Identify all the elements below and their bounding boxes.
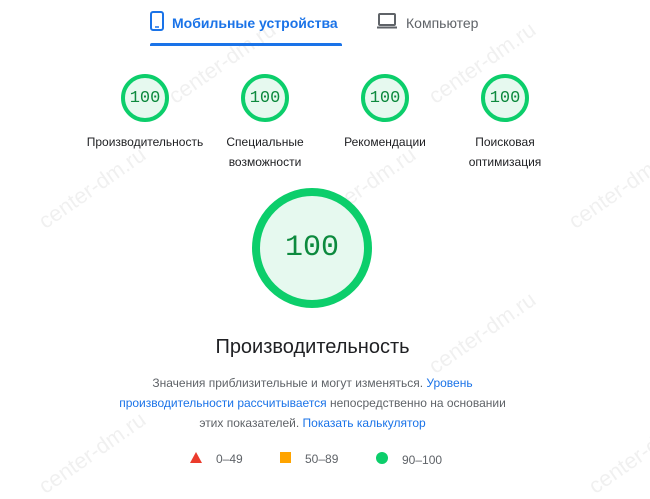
description-text: Значения приблизительные и могут изменят… xyxy=(152,376,427,390)
circle-icon xyxy=(376,452,388,467)
section-title: Производительность xyxy=(215,336,410,358)
gauge-seo[interactable]: 100 xyxy=(481,74,529,122)
tab-desktop-label: Компьютер xyxy=(406,15,479,31)
gauge-label-accessibility: Специальные возможности xyxy=(226,135,304,169)
triangle-icon xyxy=(190,452,202,466)
score-value: 100 xyxy=(249,88,281,108)
legend-item-pass: 90–100 xyxy=(376,452,442,467)
watermark: center-dm.ru xyxy=(33,141,151,234)
smartphone-icon xyxy=(150,10,164,36)
tab-desktop[interactable]: Компьютер xyxy=(376,0,496,46)
tab-mobile[interactable]: Мобильные устройства xyxy=(150,0,342,46)
device-tabs: Мобильные устройства Компьютер xyxy=(0,0,650,46)
score-value-large: 100 xyxy=(284,231,339,265)
legend-range: 0–49 xyxy=(216,452,243,466)
score-legend: 0–49 50–89 90–100 xyxy=(0,452,650,472)
gauge-label-performance: Производительность xyxy=(86,135,204,149)
gauge-best-practices[interactable]: 100 xyxy=(361,74,409,122)
score-value: 100 xyxy=(129,88,161,108)
legend-item-average: 50–89 xyxy=(280,452,338,466)
gauge-performance-large: 100 xyxy=(252,188,372,308)
gauge-performance[interactable]: 100 xyxy=(121,74,169,122)
watermark: center-dm.ru xyxy=(563,141,650,234)
show-calculator-link[interactable]: Показать калькулятор xyxy=(303,416,426,430)
score-value: 100 xyxy=(489,88,521,108)
gauge-label-best-practices: Рекомендации xyxy=(344,135,426,149)
gauge-label-seo: Поисковая оптимизация xyxy=(468,135,542,169)
performance-description: Значения приблизительные и могут изменят… xyxy=(110,373,515,433)
legend-item-fail: 0–49 xyxy=(190,452,243,466)
legend-range: 90–100 xyxy=(402,452,443,467)
score-value: 100 xyxy=(369,88,401,108)
legend-range: 50–89 xyxy=(305,452,339,466)
laptop-icon xyxy=(376,12,398,34)
tab-mobile-label: Мобильные устройства xyxy=(172,15,338,31)
active-tab-indicator xyxy=(150,43,342,46)
square-icon xyxy=(280,452,291,466)
gauge-accessibility[interactable]: 100 xyxy=(241,74,289,122)
watermark: center-dm.ru xyxy=(423,286,541,379)
